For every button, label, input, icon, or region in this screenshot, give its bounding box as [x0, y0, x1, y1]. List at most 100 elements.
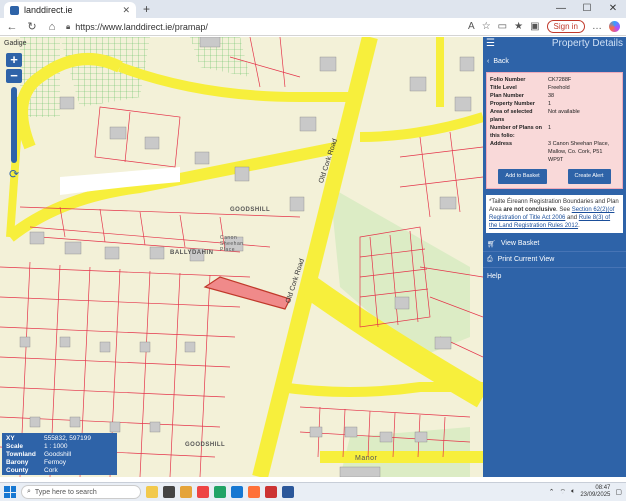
place-label: GOODSHILL — [230, 207, 271, 213]
detail-key: Area of selected plans — [490, 109, 533, 123]
property-panel: ☰ Property Details ‹ Back Folio Number CK… — [483, 37, 626, 477]
edge-icon[interactable] — [231, 486, 243, 498]
detail-key: Plan Number — [490, 93, 524, 99]
map-corner-label: Gadige — [4, 40, 27, 47]
copilot-taskbar-icon[interactable] — [146, 486, 158, 498]
task-view-icon[interactable] — [163, 486, 175, 498]
taskbar-search[interactable]: ⌕ Type here to search — [21, 485, 141, 499]
read-aloud-icon[interactable]: A — [468, 21, 475, 32]
minimize-icon[interactable]: — — [548, 0, 574, 18]
favorite-star-icon[interactable]: ☆ — [482, 21, 491, 32]
map-info-box: XY 555832, 597199 Scale 1 : 1000 Townland G… — [2, 433, 117, 475]
new-tab-icon[interactable]: + — [143, 2, 150, 16]
detail-value: Not available — [548, 109, 580, 115]
back-arrow-icon[interactable]: ← — [6, 21, 18, 33]
property-details: Folio Number CK7288F Title Level Freehold … — [486, 72, 623, 189]
notifications-icon[interactable]: ▢ — [615, 488, 622, 496]
menu-label: View Basket — [500, 240, 540, 247]
sign-in-button[interactable]: Sign in — [546, 20, 585, 33]
menu-icon[interactable]: ☰ — [486, 38, 495, 49]
print-icon: ⎙ — [487, 255, 493, 263]
taskbar: ⌕ Type here to search ⌃ ⌔ 🔈︎ 08:47 23/09… — [0, 482, 626, 501]
clock-date: 23/09/2025 — [580, 492, 611, 498]
chevron-up-icon[interactable]: ⌃ — [549, 488, 555, 496]
info-key: Scale — [6, 443, 23, 450]
collections-icon[interactable]: ▣ — [530, 21, 539, 32]
word-icon[interactable] — [282, 486, 294, 498]
network-icon[interactable]: ⌔ — [560, 488, 567, 497]
info-key: XY — [6, 435, 15, 442]
chevron-left-icon: ‹ — [487, 57, 490, 65]
detail-key: Title Level — [490, 85, 517, 91]
search-placeholder: Type here to search — [34, 488, 97, 496]
chrome-icon[interactable] — [197, 486, 209, 498]
back-label: Back — [493, 57, 509, 65]
info-value: Cork — [44, 467, 58, 474]
address-bar: ← ↻ ⌂ 🔒︎ https://www.landdirect.ie/prama… — [0, 18, 626, 36]
add-to-basket-button[interactable]: Add to Basket — [498, 169, 547, 184]
cart-icon: 🛒︎ — [487, 240, 496, 248]
print-current-view-button[interactable]: ⎙ Print Current View — [483, 252, 626, 268]
selected-parcel[interactable] — [203, 276, 291, 310]
excel-icon[interactable] — [214, 486, 226, 498]
info-value: Fermoy — [44, 459, 67, 466]
zoom-out-button[interactable]: − — [6, 69, 22, 83]
detail-value: 38 — [548, 93, 555, 99]
detail-key: Folio Number — [490, 77, 526, 83]
detail-key: Address — [490, 141, 513, 147]
reset-view-icon[interactable]: ⟳ — [6, 167, 22, 181]
map-canvas[interactable] — [0, 37, 483, 477]
info-value: 1 : 1000 — [44, 443, 68, 450]
windows-start-icon[interactable] — [4, 486, 16, 498]
file-explorer-icon[interactable] — [180, 486, 192, 498]
help-button[interactable]: Help — [483, 268, 626, 284]
detail-value: 1 — [548, 125, 552, 131]
detail-value: 1 — [548, 101, 552, 107]
view-basket-button[interactable]: 🛒︎ View Basket — [483, 236, 626, 252]
map-view[interactable]: Gadige GOODSHILL BALLYDAHIN Canon Sheeha… — [0, 37, 483, 477]
url-field[interactable]: 🔒︎ https://www.landdirect.ie/pramap/ — [66, 20, 426, 34]
info-key: County — [6, 467, 29, 474]
detail-key: Property Number — [490, 101, 535, 107]
more-icon[interactable]: … — [592, 21, 602, 32]
detail-value: Freehold — [548, 85, 570, 91]
road — [279, 382, 483, 397]
home-icon[interactable]: ⌂ — [46, 21, 58, 33]
place-label: GOODSHILL — [185, 442, 226, 448]
favorites-icon[interactable]: ★ — [514, 21, 523, 32]
split-screen-icon[interactable]: ▭ — [498, 21, 507, 32]
disclaimer-text: and — [565, 215, 579, 221]
zoom-control: + − ⟳ — [6, 53, 22, 181]
url-text: https://www.landdirect.ie/pramap/ — [75, 21, 208, 32]
create-alert-button[interactable]: Create Alert — [567, 169, 611, 184]
detail-value: 3 Canon Sheehan Place, Mallow, Co. Cork,… — [548, 141, 610, 163]
panel-header: ☰ Property Details — [483, 37, 626, 50]
disclaimer-text: . — [578, 223, 580, 229]
browser-tab[interactable]: landdirect.ie ✕ — [4, 2, 136, 18]
clock[interactable]: 08:47 23/09/2025 — [580, 485, 610, 499]
info-value: Goodshill — [44, 451, 72, 458]
close-tab-icon[interactable]: ✕ — [122, 5, 130, 16]
place-label: Canon Sheehan Place — [220, 235, 244, 253]
window-controls: — ☐ ✕ — [548, 0, 626, 18]
copilot-icon[interactable] — [609, 21, 620, 32]
firefox-icon[interactable] — [248, 486, 260, 498]
refresh-icon[interactable]: ↻ — [26, 20, 38, 33]
detail-key: Number of Plans on this folio: — [490, 125, 542, 139]
maximize-icon[interactable]: ☐ — [574, 0, 600, 18]
back-button[interactable]: ‹ Back — [483, 52, 626, 70]
close-window-icon[interactable]: ✕ — [600, 0, 626, 18]
volume-icon[interactable]: 🔈︎ — [571, 488, 575, 496]
detail-value: CK7288F — [548, 77, 572, 83]
clock-time: 08:47 — [595, 485, 611, 491]
place-label: BALLYDAHIN — [170, 250, 214, 256]
pdf-icon[interactable] — [265, 486, 277, 498]
disclaimer-bold: are not conclusive — [503, 207, 557, 213]
site-favicon-icon — [10, 5, 19, 15]
search-icon: ⌕ — [27, 488, 31, 495]
road — [359, 112, 483, 142]
zoom-slider[interactable] — [11, 87, 17, 163]
tab-title: landdirect.ie — [24, 5, 73, 15]
lock-icon: 🔒︎ — [66, 21, 71, 31]
zoom-in-button[interactable]: + — [6, 53, 22, 67]
